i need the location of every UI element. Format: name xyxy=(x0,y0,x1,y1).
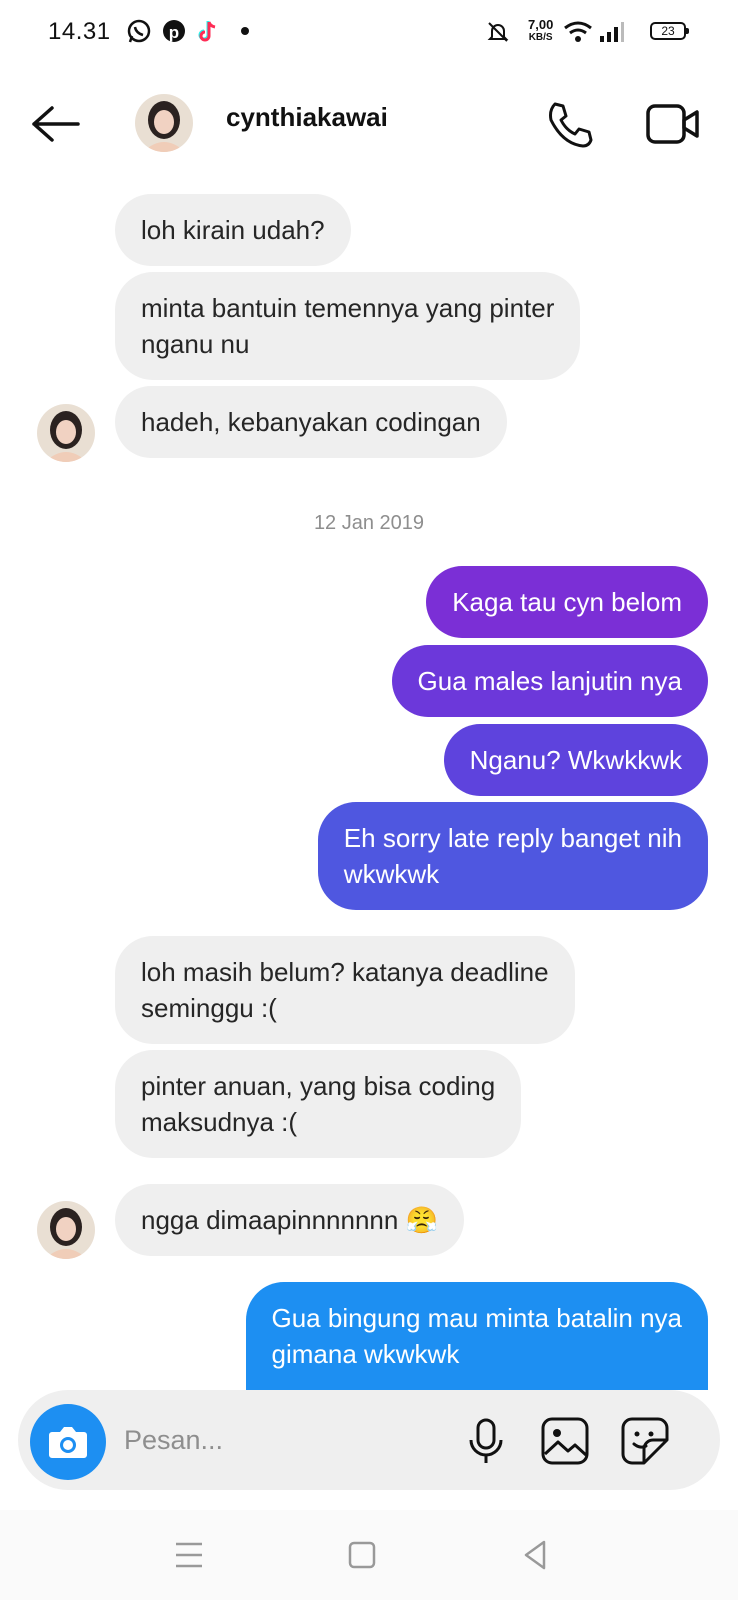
phone-icon[interactable] xyxy=(543,98,595,150)
message-bubble-outgoing[interactable]: Gua bingung mau minta batalin nya gimana… xyxy=(245,1282,708,1390)
chat-username[interactable]: cynthiakawai xyxy=(226,102,388,133)
avatar[interactable] xyxy=(37,1201,95,1259)
tiktok-icon xyxy=(198,21,216,42)
status-time: 14.31 xyxy=(48,18,111,45)
message-text: nganu nu xyxy=(141,329,250,359)
message-text: hadeh, kebanyakan codingan xyxy=(141,407,481,437)
message-bubble-outgoing[interactable]: Kaga tau cyn belom xyxy=(426,566,708,638)
video-icon[interactable] xyxy=(645,100,701,148)
message-text: Gua bingung mau minta batalin nya xyxy=(271,1303,683,1333)
network-speed-unit: KB/S xyxy=(528,32,553,43)
message-text: Kaga tau cyn belom xyxy=(452,587,682,617)
svg-text:p: p xyxy=(169,23,179,42)
message-text: Nganu? Wkwkkwk xyxy=(469,745,682,775)
message-composer xyxy=(18,1390,720,1490)
pinterest-icon: p xyxy=(163,20,185,42)
message-bubble-incoming[interactable]: loh kirain udah? xyxy=(115,194,351,266)
message-text: maksudnya :( xyxy=(141,1107,298,1137)
message-text: loh masih belum? katanya deadline xyxy=(141,957,549,987)
message-text: Gua males lanjutin nya xyxy=(417,666,682,696)
menu-icon[interactable] xyxy=(166,1532,212,1578)
avatar[interactable] xyxy=(135,94,193,152)
message-bubble-incoming[interactable]: pinter anuan, yang bisa coding maksudnya… xyxy=(115,1050,522,1158)
message-text: ngga dimaapinnnnnnn 😤 xyxy=(141,1205,438,1235)
message-text: Eh sorry late reply banget nih xyxy=(343,823,682,853)
message-bubble-outgoing[interactable]: Eh sorry late reply banget nih wkwkwk xyxy=(317,802,708,910)
message-bubble-incoming[interactable]: hadeh, kebanyakan codingan xyxy=(115,386,507,458)
message-bubble-incoming[interactable]: ngga dimaapinnnnnnn 😤 xyxy=(115,1184,464,1256)
network-speed-value: 7,00 xyxy=(528,17,554,32)
network-speed: 7,00 KB/S xyxy=(528,18,553,44)
mute-icon xyxy=(487,22,509,42)
signal-icon xyxy=(600,22,624,42)
message-text: pinter anuan, yang bisa coding xyxy=(141,1071,496,1101)
wifi-icon xyxy=(564,21,592,42)
message-bubble-outgoing[interactable]: Nganu? Wkwkkwk xyxy=(443,724,708,796)
date-separator: 12 Jan 2019 xyxy=(313,512,425,534)
whatsapp-icon xyxy=(127,19,151,43)
message-text: wkwkwk xyxy=(343,859,440,889)
mic-icon[interactable] xyxy=(459,1414,513,1468)
camera-button[interactable] xyxy=(30,1404,106,1480)
back-arrow-icon[interactable] xyxy=(30,102,82,146)
chat-header: cynthiakawai xyxy=(0,80,738,170)
message-text: loh kirain udah? xyxy=(141,215,325,245)
message-bubble-outgoing[interactable]: Gua males lanjutin nya xyxy=(391,645,708,717)
notification-dot-icon xyxy=(241,27,249,35)
message-input[interactable] xyxy=(124,1418,444,1462)
home-icon[interactable] xyxy=(339,1532,385,1578)
gallery-icon[interactable] xyxy=(538,1414,592,1468)
system-nav-bar xyxy=(0,1510,738,1600)
message-bubble-incoming[interactable]: loh masih belum? katanya deadline seming… xyxy=(115,936,575,1044)
back-icon[interactable] xyxy=(512,1532,558,1578)
sticker-icon[interactable] xyxy=(618,1414,672,1468)
avatar[interactable] xyxy=(37,404,95,462)
status-bar: 14.31 p 7,00 KB/S 23 xyxy=(0,0,738,66)
message-bubble-incoming[interactable]: minta bantuin temennya yang pinter nganu… xyxy=(115,272,581,380)
camera-icon xyxy=(49,1427,87,1458)
battery-indicator: 23 xyxy=(650,22,689,40)
message-text: seminggu :( xyxy=(141,993,277,1023)
message-text: minta bantuin temennya yang pinter xyxy=(141,293,555,323)
message-text: gimana wkwkwk xyxy=(271,1339,460,1369)
